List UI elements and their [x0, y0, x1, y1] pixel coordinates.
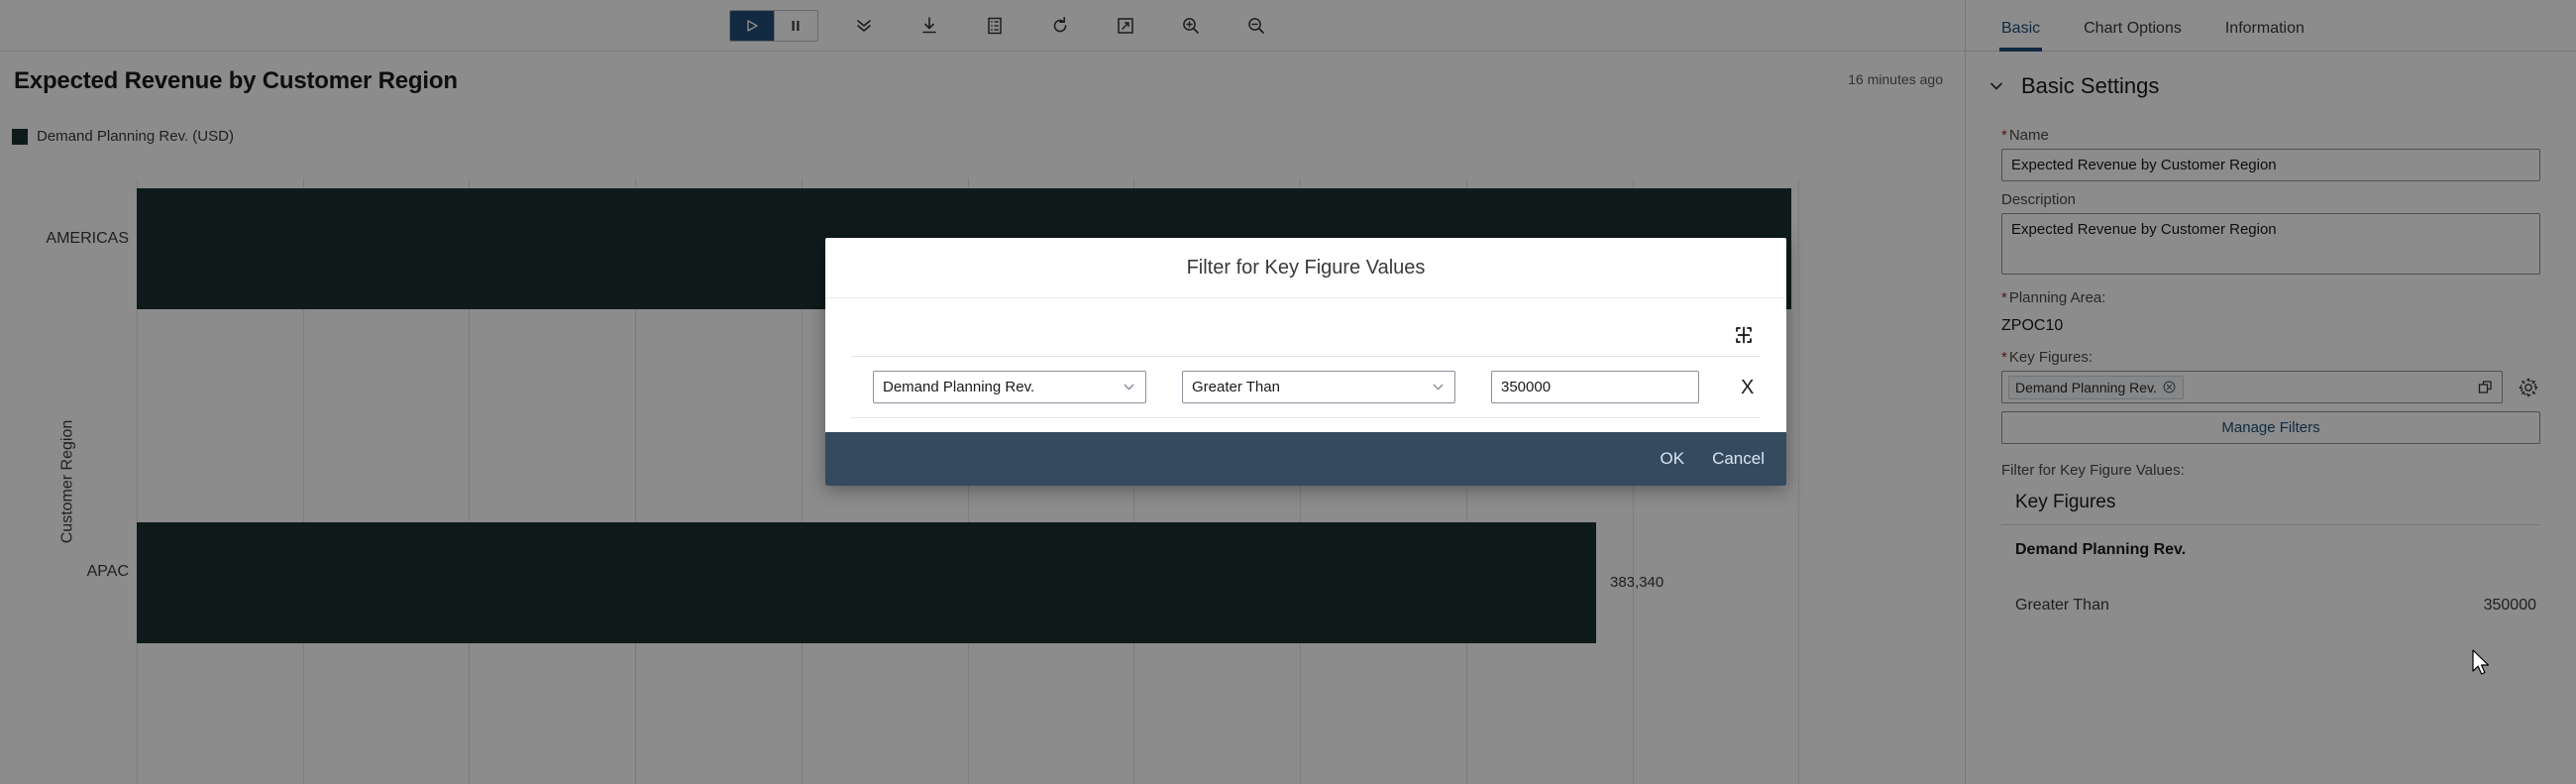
key-figure-select[interactable]: Demand Planning Rev.: [873, 371, 1146, 403]
filter-row: Demand Planning Rev. Greater Than X: [851, 357, 1761, 418]
operator-select-value: Greater Than: [1192, 379, 1280, 395]
operator-select[interactable]: Greater Than: [1182, 371, 1455, 403]
ok-button[interactable]: OK: [1661, 449, 1685, 469]
chevron-down-icon: [1430, 380, 1446, 395]
key-figure-select-value: Demand Planning Rev.: [883, 379, 1034, 395]
filter-value-input[interactable]: [1491, 371, 1699, 403]
dialog-title: Filter for Key Figure Values: [825, 238, 1786, 298]
dialog-toolbar: [851, 298, 1761, 356]
modal-overlay-right: [1965, 0, 2576, 784]
application-root: Expected Revenue by Customer Region 16 m…: [0, 0, 2576, 784]
dialog-footer: OK Cancel: [825, 432, 1786, 486]
chevron-down-icon: [1121, 380, 1136, 395]
delete-row-icon[interactable]: X: [1735, 378, 1760, 397]
dialog-filter-rows: Demand Planning Rev. Greater Than X: [851, 356, 1761, 418]
filter-dialog: Filter for Key Figure Values: [825, 238, 1786, 486]
resize-columns-icon[interactable]: [1733, 324, 1755, 346]
cancel-button[interactable]: Cancel: [1712, 449, 1765, 469]
dialog-body: Demand Planning Rev. Greater Than X: [825, 298, 1786, 432]
